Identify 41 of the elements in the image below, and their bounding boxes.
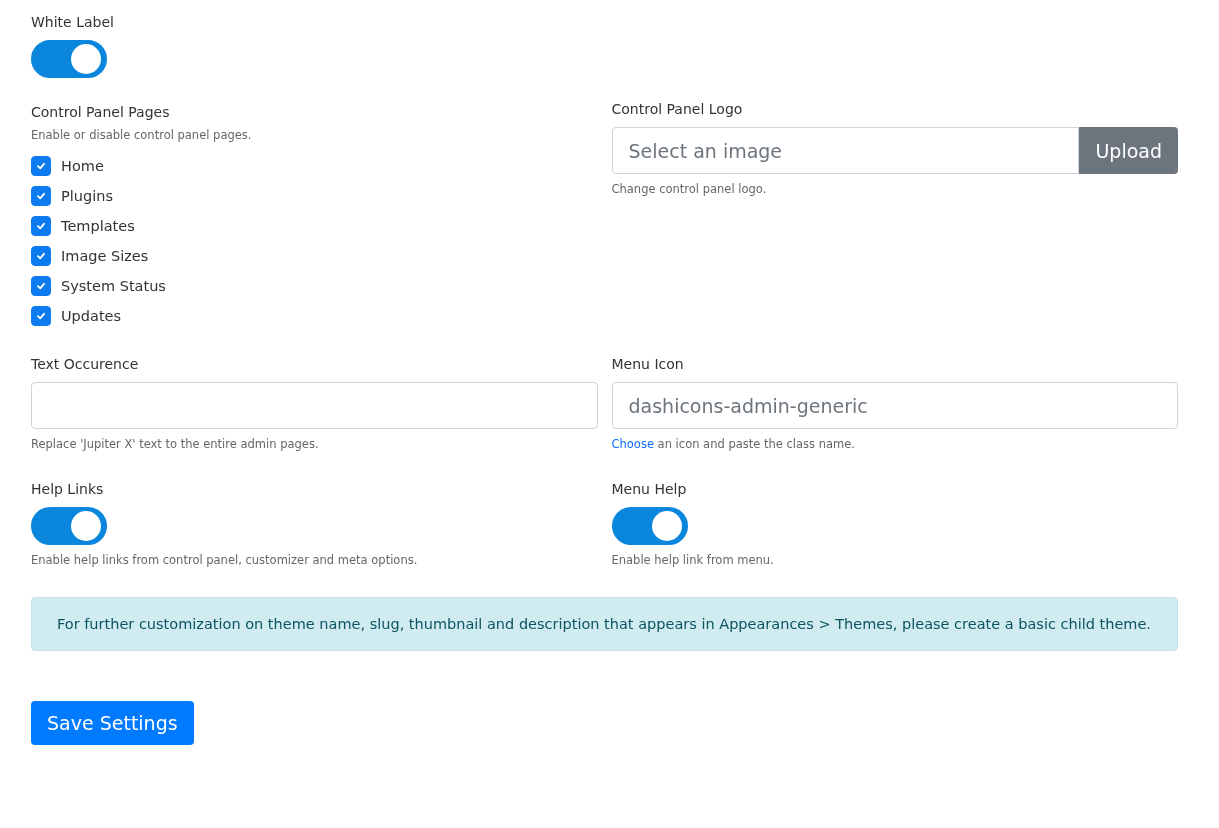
checkbox[interactable] bbox=[31, 276, 51, 296]
check-icon bbox=[36, 251, 46, 261]
upload-button[interactable]: Upload bbox=[1079, 127, 1178, 174]
checkbox[interactable] bbox=[31, 186, 51, 206]
image-field[interactable]: Select an image bbox=[611, 127, 1080, 174]
field-label: Menu Icon bbox=[611, 356, 685, 372]
choose-link[interactable]: Choose bbox=[611, 437, 654, 451]
field-label: Control Panel Logo bbox=[611, 101, 744, 117]
help-text: Replace 'Jupiter X' text to the entire admin pages. bbox=[31, 437, 320, 451]
checkbox-label[interactable]: Updates bbox=[61, 308, 122, 324]
check-icon bbox=[36, 311, 46, 321]
field-label: Text Occurence bbox=[31, 356, 140, 372]
help-text: Enable help link from menu. bbox=[611, 553, 775, 567]
info-notice: For further customization on theme name, slug, thumbnail and description that appears in Appearances > Themes, please create a basic child theme. bbox=[31, 597, 1178, 651]
field-label: White Label bbox=[31, 14, 115, 30]
field-label: Help Links bbox=[31, 481, 105, 497]
check-icon bbox=[36, 281, 46, 291]
checkbox-label[interactable]: Plugins bbox=[61, 188, 113, 204]
checkbox[interactable] bbox=[31, 216, 51, 236]
icon-class-field[interactable]: dashicons-admin-generic bbox=[611, 382, 1178, 429]
save-button[interactable]: Save Settings bbox=[31, 701, 194, 745]
help-text: Change control panel logo. bbox=[611, 182, 768, 196]
checkbox[interactable] bbox=[31, 246, 51, 266]
toggle-switch[interactable] bbox=[31, 507, 107, 545]
text-field[interactable] bbox=[31, 382, 598, 429]
checkbox-label[interactable]: Home bbox=[61, 158, 104, 174]
checkbox[interactable] bbox=[31, 306, 51, 326]
check-icon bbox=[36, 161, 46, 171]
help-text: Enable help links from control panel, customizer and meta options. bbox=[31, 553, 419, 567]
checkbox-label[interactable]: Templates bbox=[61, 218, 135, 234]
checkbox-label[interactable]: System Status bbox=[61, 278, 166, 294]
field-label: Menu Help bbox=[611, 481, 688, 497]
field-label: Control Panel Pages bbox=[31, 104, 171, 120]
checkbox-label[interactable]: Image Sizes bbox=[61, 248, 149, 264]
checkbox[interactable] bbox=[31, 156, 51, 176]
help-text: Choose an icon and paste the class name. bbox=[611, 437, 856, 451]
check-icon bbox=[36, 191, 46, 201]
check-icon bbox=[36, 221, 46, 231]
help-text: Enable or disable control panel pages. bbox=[31, 128, 253, 142]
toggle-switch[interactable] bbox=[611, 507, 688, 545]
toggle-switch[interactable] bbox=[31, 40, 107, 78]
